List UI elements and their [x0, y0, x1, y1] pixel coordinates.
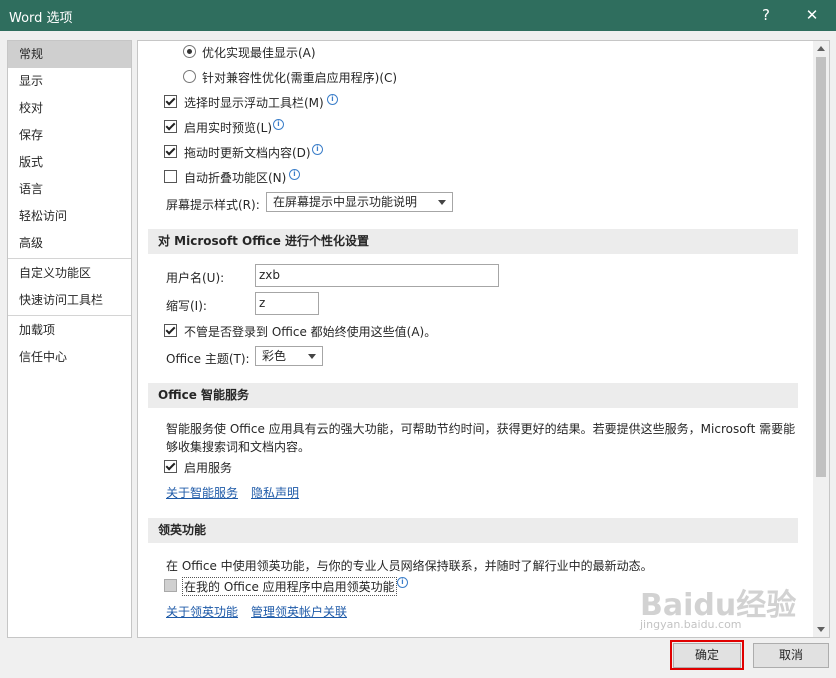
checkbox-enable-linkedin-label[interactable]: 在我的 Office 应用程序中启用领英功能: [182, 577, 397, 596]
chevron-down-icon: [308, 354, 316, 359]
checkbox-always-use[interactable]: [164, 324, 177, 337]
info-icon[interactable]: i: [312, 144, 323, 155]
info-icon[interactable]: i: [273, 119, 284, 130]
nav-item-display[interactable]: 显示: [8, 68, 131, 95]
ok-button-highlight: [670, 640, 744, 670]
radio-optimize-best-label[interactable]: 优化实现最佳显示(A): [202, 44, 316, 61]
intelligent-description-line1: 智能服务使 Office 应用具有云的强大功能，可帮助节约时间，获得更好的结果。…: [166, 422, 796, 436]
about-intelligent-services-link[interactable]: 关于智能服务: [166, 484, 238, 501]
username-label: 用户名(U):: [166, 271, 225, 285]
username-field[interactable]: zxb: [255, 264, 499, 287]
cancel-button[interactable]: 取消: [753, 643, 829, 668]
close-button[interactable]: ✕: [797, 4, 827, 26]
checkbox-drag-update[interactable]: [164, 145, 177, 158]
radio-optimize-compat-label[interactable]: 针对兼容性优化(需重启应用程序)(C): [202, 69, 397, 86]
info-icon[interactable]: i: [397, 577, 408, 588]
scroll-up-icon[interactable]: [817, 46, 825, 51]
initials-label: 缩写(I):: [166, 299, 207, 313]
tooltip-style-value: 在屏幕提示中显示功能说明: [273, 195, 418, 209]
info-icon[interactable]: i: [289, 169, 300, 180]
privacy-statement-link[interactable]: 隐私声明: [251, 484, 299, 501]
title-bar: Word 选项 ? ✕: [0, 0, 836, 31]
nav-item-quick-access-toolbar[interactable]: 快速访问工具栏: [8, 287, 131, 314]
checkbox-collapse-ribbon-label[interactable]: 自动折叠功能区(N): [184, 169, 286, 186]
checkbox-enable-services-label[interactable]: 启用服务: [184, 459, 232, 476]
nav-item-trust-center[interactable]: 信任中心: [8, 344, 131, 371]
nav-divider: [8, 258, 131, 259]
checkbox-live-preview[interactable]: [164, 120, 177, 133]
nav-item-proofing[interactable]: 校对: [8, 95, 131, 122]
checkbox-always-use-label[interactable]: 不管是否登录到 Office 都始终使用这些值(A)。: [184, 323, 436, 340]
checkbox-mini-toolbar[interactable]: [164, 95, 177, 108]
intelligent-description-line2: 够收集搜索词和文档内容。: [166, 440, 311, 454]
nav-item-general[interactable]: 常规: [8, 41, 131, 68]
window-title: Word 选项: [9, 11, 73, 26]
baidu-watermark-url: jingyan.baidu.com: [640, 618, 742, 631]
initials-field[interactable]: z: [255, 292, 319, 315]
checkbox-mini-toolbar-label[interactable]: 选择时显示浮动工具栏(M): [184, 94, 324, 111]
theme-label: Office 主题(T):: [166, 352, 250, 366]
nav-item-typography[interactable]: 版式: [8, 149, 131, 176]
chevron-down-icon: [438, 200, 446, 205]
options-content: 优化实现最佳显示(A) 针对兼容性优化(需重启应用程序)(C) 选择时显示浮动工…: [137, 40, 830, 638]
help-button[interactable]: ?: [751, 4, 781, 26]
section-header-linkedin: 领英功能: [148, 518, 798, 543]
nav-item-advanced[interactable]: 高级: [8, 230, 131, 257]
checkbox-enable-linkedin[interactable]: [164, 579, 177, 592]
nav-item-customize-ribbon[interactable]: 自定义功能区: [8, 260, 131, 287]
office-theme-value: 彩色: [262, 349, 287, 363]
nav-divider: [8, 315, 131, 316]
about-linkedin-link[interactable]: 关于领英功能: [166, 603, 238, 620]
scrollbar-thumb[interactable]: [816, 57, 826, 477]
tooltip-style-label: 屏幕提示样式(R):: [166, 198, 260, 212]
info-icon[interactable]: i: [327, 94, 338, 105]
tooltip-style-select[interactable]: 在屏幕提示中显示功能说明: [266, 192, 453, 212]
linkedin-description: 在 Office 中使用领英功能，与你的专业人员网络保持联系，并随时了解行业中的…: [166, 559, 653, 573]
checkbox-enable-services[interactable]: [164, 460, 177, 473]
office-theme-select[interactable]: 彩色: [255, 346, 323, 366]
nav-item-save[interactable]: 保存: [8, 122, 131, 149]
scroll-down-icon[interactable]: [817, 627, 825, 632]
radio-optimize-best[interactable]: [183, 45, 196, 58]
manage-linkedin-link[interactable]: 管理领英帐户关联: [251, 603, 347, 620]
checkbox-drag-update-label[interactable]: 拖动时更新文档内容(D): [184, 144, 311, 161]
nav-item-add-ins[interactable]: 加载项: [8, 317, 131, 344]
category-nav: 常规 显示 校对 保存 版式 语言 轻松访问 高级 自定义功能区 快速访问工具栏…: [7, 40, 132, 638]
vertical-scrollbar[interactable]: [813, 41, 829, 637]
nav-item-language[interactable]: 语言: [8, 176, 131, 203]
checkbox-live-preview-label[interactable]: 启用实时预览(L): [184, 119, 272, 136]
section-header-intelligent-services: Office 智能服务: [148, 383, 798, 408]
section-header-personalize: 对 Microsoft Office 进行个性化设置: [148, 229, 798, 254]
checkbox-collapse-ribbon[interactable]: [164, 170, 177, 183]
radio-optimize-compat[interactable]: [183, 70, 196, 83]
nav-item-accessibility[interactable]: 轻松访问: [8, 203, 131, 230]
